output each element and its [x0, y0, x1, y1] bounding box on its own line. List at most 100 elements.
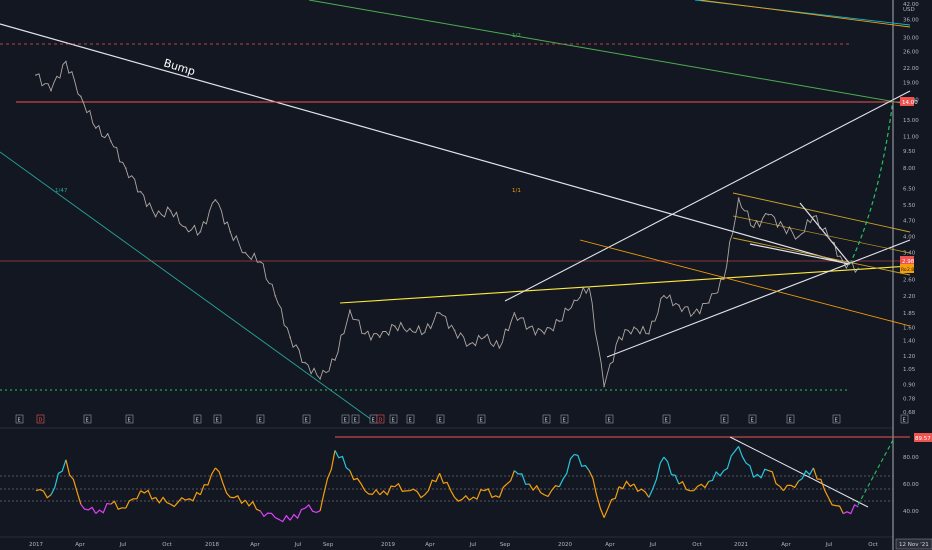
price-point: [319, 378, 321, 380]
time-axis-tick: 2019: [381, 542, 395, 548]
time-axis-tick: Apr: [605, 542, 615, 548]
price-point: [214, 199, 217, 201]
price-axis-tick: 6.50: [903, 187, 916, 193]
event-marker-label: E: [751, 418, 754, 424]
time-axis-tick: Jul: [825, 542, 833, 548]
event-marker-label: E: [545, 418, 548, 424]
time-axis-tick: Apr: [250, 542, 260, 548]
teal-ratio-label: 1/47: [55, 188, 68, 194]
price-axis-tick: 1.20: [903, 354, 916, 360]
price-point: [364, 332, 366, 335]
event-marker-label: E: [789, 418, 792, 424]
price-axis-tick: 5.50: [903, 203, 916, 209]
time-axis-tick: Oct: [692, 542, 702, 548]
price-point: [109, 140, 112, 143]
price-point: [782, 226, 785, 229]
price-point: [827, 235, 830, 238]
time-axis-tick: 2018: [205, 542, 219, 548]
price-axis-tick: 42.00: [903, 2, 919, 8]
price-axis-tick: 36.00: [903, 17, 919, 23]
event-marker-label: E: [344, 418, 347, 424]
price-point: [35, 74, 37, 76]
price-point: [812, 215, 815, 218]
price-point: [139, 190, 142, 193]
price-point: [154, 215, 157, 218]
price-point: [588, 286, 590, 289]
price-point: [274, 294, 277, 297]
event-marker-label: E: [259, 418, 262, 424]
price-and-oscillator-chart: USD42.0036.0030.0026.0022.0019.0016.0013…: [0, 0, 932, 550]
price-axis-tick: 1.05: [903, 367, 916, 373]
event-marker-label: E: [216, 418, 219, 424]
price-axis-tick: 30.00: [903, 35, 919, 41]
time-axis-tick: Jul: [294, 542, 302, 548]
price-point: [483, 336, 486, 338]
time-axis-tick: Sep: [323, 542, 334, 548]
price-point: [259, 261, 262, 263]
event-marker-label: E: [439, 418, 442, 424]
price-point: [722, 278, 725, 281]
price-axis-tick: 1.40: [903, 339, 916, 345]
time-axis-tick: 2017: [29, 542, 43, 548]
event-marker-label: E: [372, 418, 375, 424]
price-point: [408, 327, 411, 330]
event-marker-label: E: [480, 418, 483, 424]
time-axis-tick: Oct: [162, 542, 172, 548]
time-axis-tick: Apr: [75, 542, 85, 548]
price-point: [124, 167, 127, 170]
price-point: [65, 60, 67, 63]
close-price-value: 2.83: [907, 267, 917, 273]
event-marker-label: E: [354, 418, 357, 424]
price-point: [543, 332, 546, 335]
time-axis-tick: Sep: [500, 542, 511, 548]
price-point: [304, 361, 306, 364]
price-point: [573, 299, 576, 302]
price-point: [797, 235, 800, 238]
event-marker-label: E: [128, 418, 131, 424]
price-axis-tick: 13.00: [903, 118, 919, 124]
event-marker-label: E: [563, 418, 566, 424]
oscillator-axis-tick: 80.00: [903, 455, 919, 461]
chart-background: [0, 0, 932, 550]
price-axis-tick: 26.00: [903, 50, 919, 56]
price-point: [857, 267, 860, 270]
price-point: [349, 309, 351, 312]
event-marker-label: D: [379, 418, 383, 424]
price-point: [603, 385, 605, 388]
price-point: [633, 326, 635, 329]
price-point: [169, 209, 172, 212]
price-point: [752, 226, 755, 229]
time-axis-tick: Apr: [425, 542, 435, 548]
time-axis-tick: Jul: [469, 542, 477, 548]
price-point: [737, 197, 740, 200]
price-point: [289, 336, 291, 338]
event-marker-label: E: [723, 418, 726, 424]
price-point: [558, 320, 561, 323]
price-axis-tick: 8.00: [903, 166, 916, 172]
price-point: [767, 213, 770, 216]
price-point: [199, 230, 202, 233]
price-axis-tick: 4.70: [903, 219, 916, 225]
yellow-ratio-label: 1/1: [512, 188, 521, 194]
time-axis-tick: Jul: [119, 542, 127, 548]
green-ratio-label: 1/2: [512, 33, 521, 39]
price-axis-tick: 2.20: [903, 294, 916, 300]
time-axis-tick: Apr: [781, 542, 791, 548]
event-marker-label: E: [86, 418, 89, 424]
price-point: [707, 301, 710, 304]
price-point: [334, 359, 336, 361]
price-point: [393, 325, 396, 327]
price-axis-tick: 9.50: [903, 149, 916, 155]
price-point: [378, 336, 381, 338]
price-axis-tick: 19.00: [903, 81, 919, 87]
price-point: [184, 226, 187, 229]
event-marker-label: E: [18, 418, 21, 424]
event-marker-label: E: [665, 418, 668, 424]
price-point: [453, 329, 456, 332]
price-point: [513, 312, 516, 314]
price-point: [94, 127, 97, 129]
price-axis-tick: 0.90: [903, 382, 916, 388]
price-axis-tick: 0.78: [903, 396, 916, 402]
oscillator-axis-tick: 60.00: [903, 482, 919, 488]
price-point: [648, 332, 650, 335]
